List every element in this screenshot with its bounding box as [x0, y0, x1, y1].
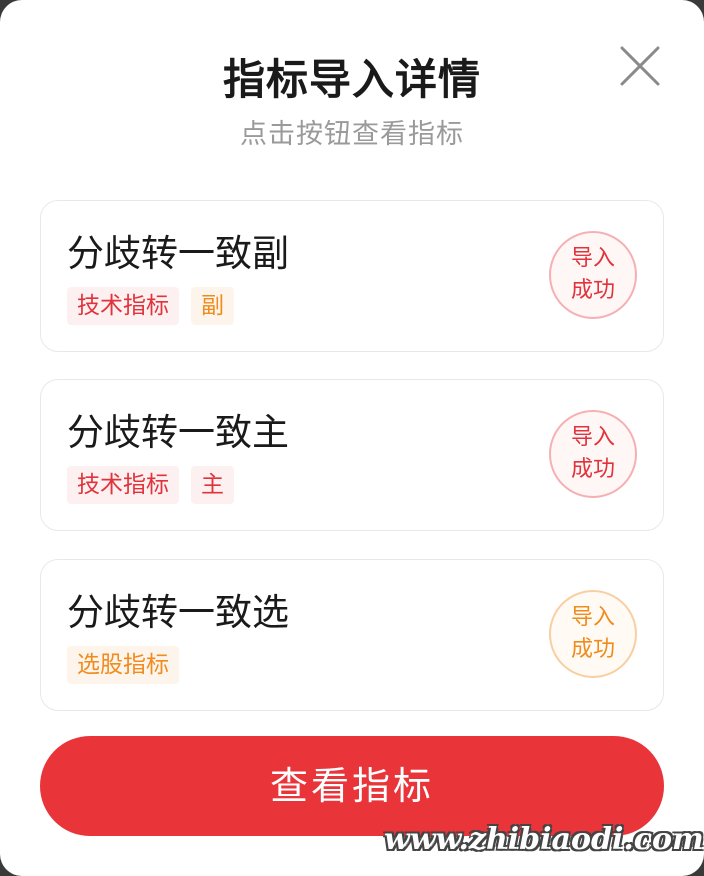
import-success-stamp: 导入 成功: [549, 231, 637, 319]
tag-technical: 技术指标: [67, 466, 179, 504]
tag-technical: 技术指标: [67, 287, 179, 325]
indicator-name: 分歧转一致选: [67, 591, 289, 634]
stamp-line2: 成功: [570, 278, 615, 303]
tag-sub: 副: [191, 287, 234, 325]
dialog-subtitle: 点击按钮查看指标: [240, 119, 464, 150]
tag-main: 主: [191, 466, 234, 504]
stamp-line1: 导入: [570, 605, 615, 630]
indicator-name: 分歧转一致副: [67, 232, 289, 275]
watermark: www.zhibiaodi.com: [384, 822, 704, 857]
stamp-line1: 导入: [570, 246, 615, 271]
indicator-tags: 选股指标: [67, 646, 191, 684]
stamp-line2: 成功: [570, 637, 615, 662]
dialog-title: 指标导入详情: [222, 55, 481, 104]
tag-stock-selection: 选股指标: [67, 646, 179, 684]
indicator-name: 分歧转一致主: [67, 411, 289, 454]
stamp-line2: 成功: [570, 457, 615, 482]
indicator-tags: 技术指标主: [67, 466, 246, 504]
import-details-dialog: 指标导入详情 点击按钮查看指标 分歧转一致副 技术指标副 导入 成功 分歧转一致…: [0, 0, 704, 876]
view-indicators-button[interactable]: 查看指标: [40, 736, 664, 836]
indicator-card[interactable]: 分歧转一致副 技术指标副 导入 成功: [40, 200, 664, 352]
indicator-card[interactable]: 分歧转一致选 选股指标 导入 成功: [40, 559, 664, 711]
stamp-line1: 导入: [570, 425, 615, 450]
indicator-tags: 技术指标副: [67, 287, 246, 325]
close-icon[interactable]: [616, 42, 664, 90]
indicator-card[interactable]: 分歧转一致主 技术指标主 导入 成功: [40, 379, 664, 531]
import-success-stamp: 导入 成功: [549, 410, 637, 498]
import-success-stamp: 导入 成功: [549, 590, 637, 678]
